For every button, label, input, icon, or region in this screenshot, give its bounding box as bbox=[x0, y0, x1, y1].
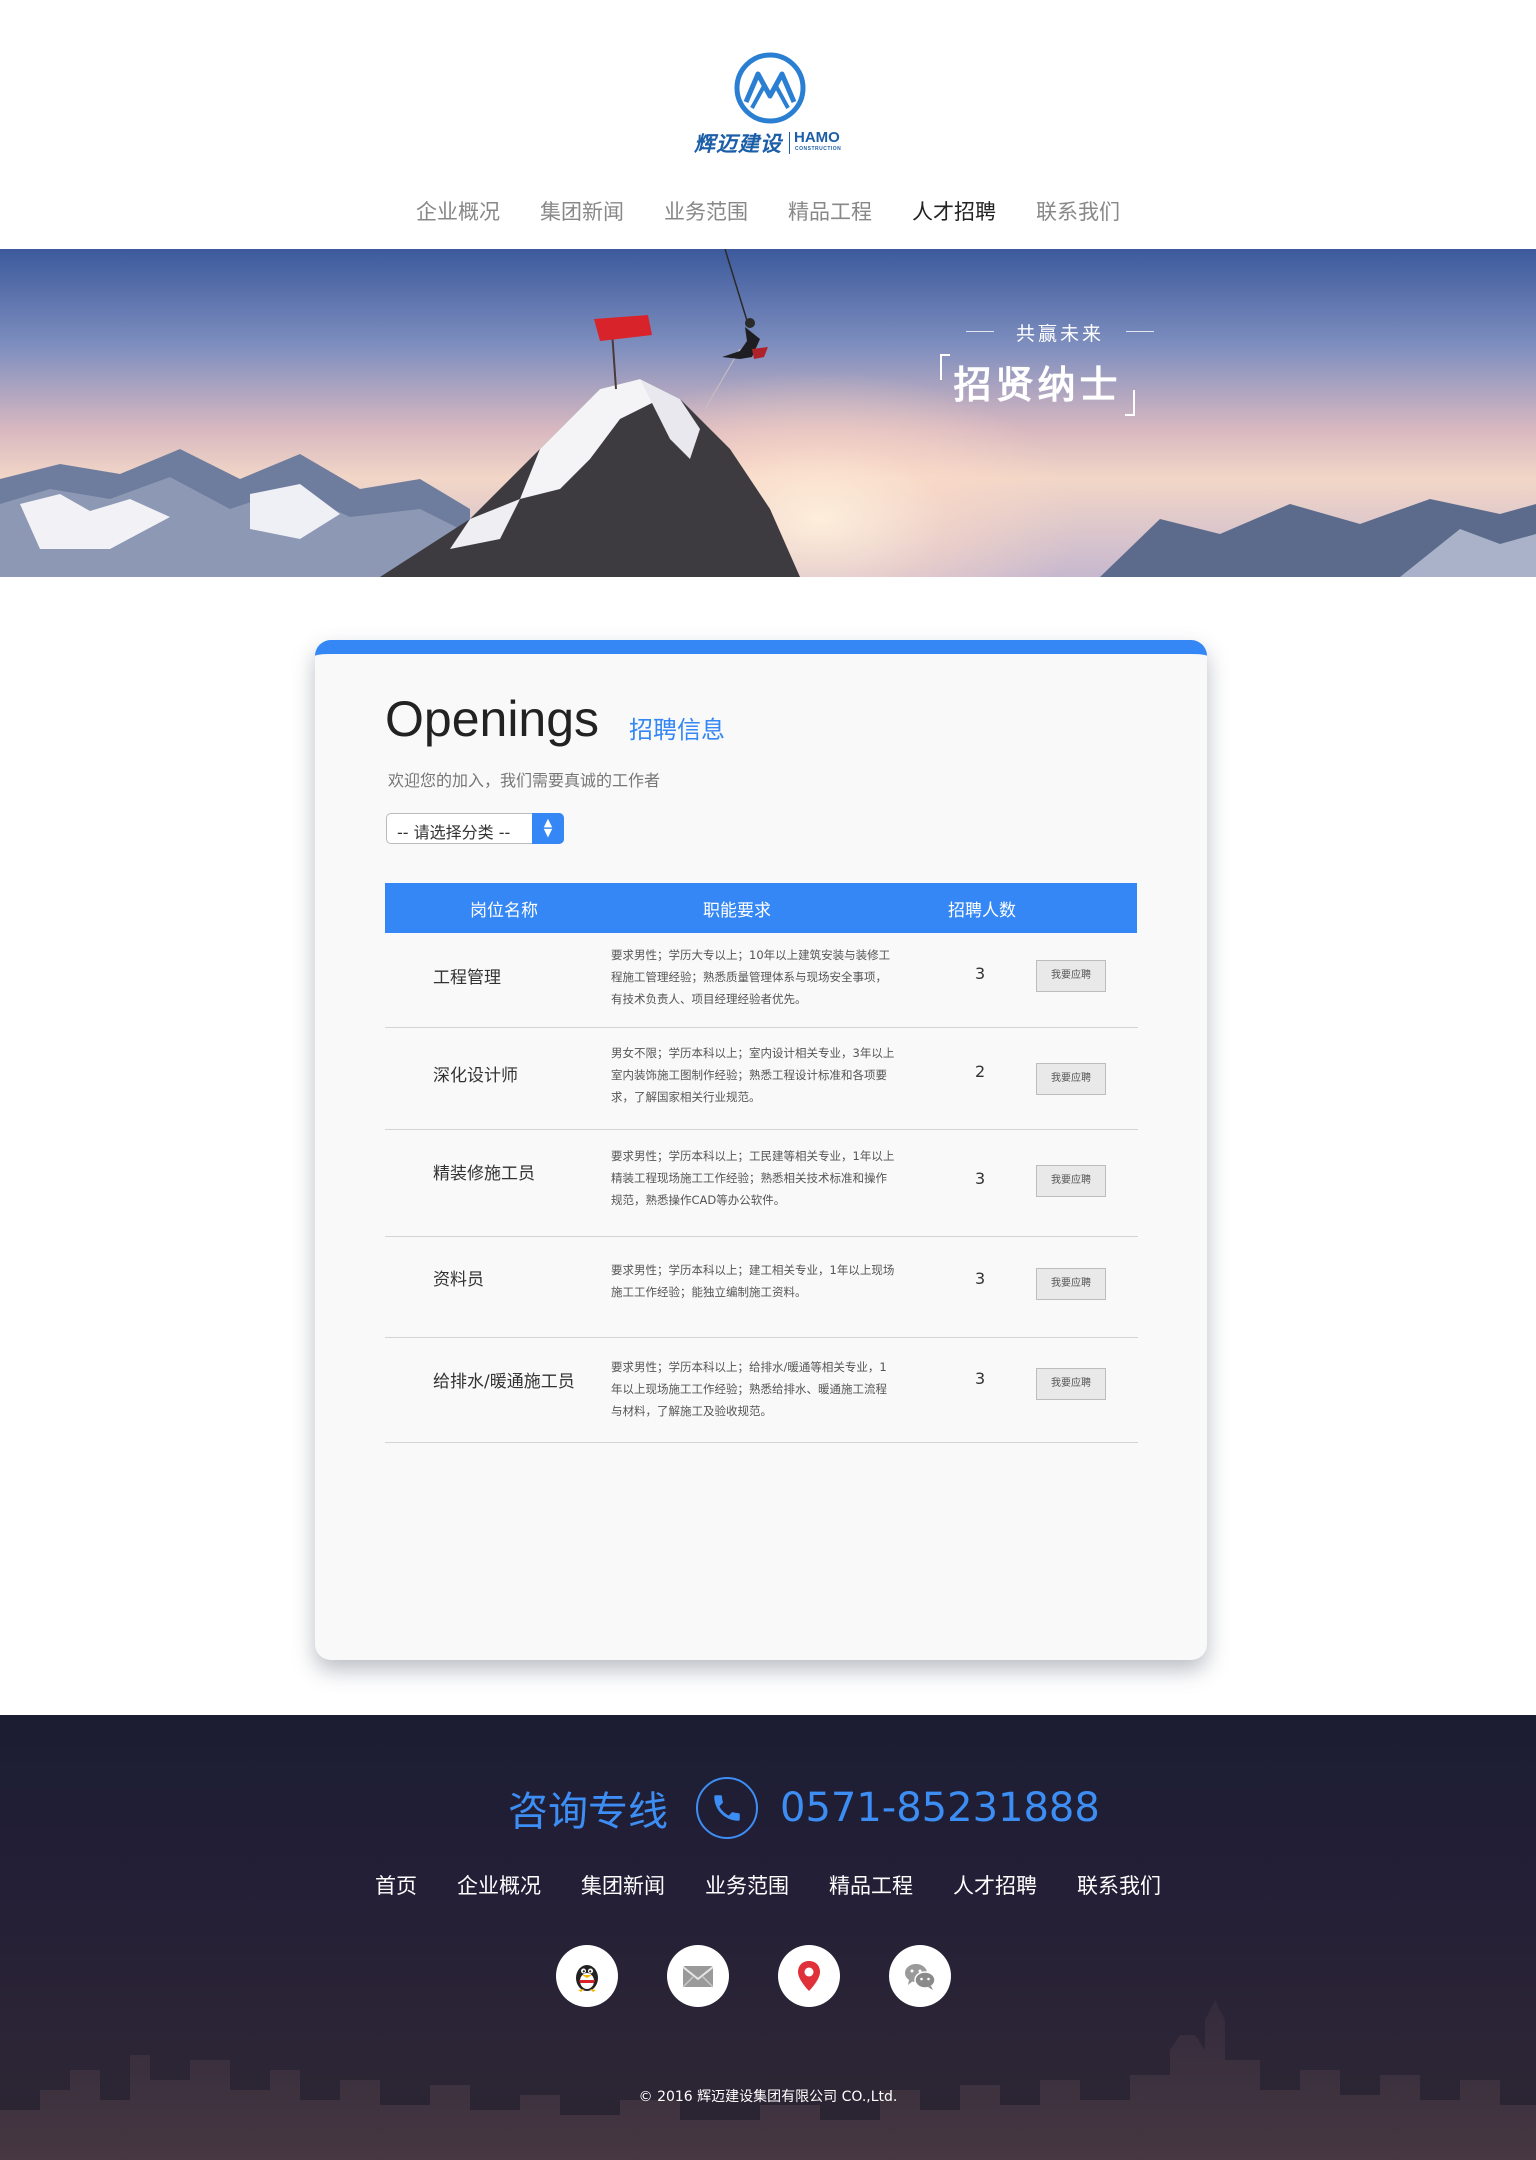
banner-slogan-big: 招贤纳士 bbox=[940, 354, 1135, 416]
banner-bracket-left bbox=[940, 354, 950, 380]
table-row: 给排水/暖通施工员 要求男性；学历本科以上；给排水/暖通等相关专业，1 年以上现… bbox=[385, 1338, 1138, 1443]
logo-en-subtext: CONSTRUCTION bbox=[795, 146, 842, 152]
row-count: 3 bbox=[975, 1269, 986, 1288]
requirements-line: 精装工程现场施工工作经验；熟悉相关技术标准和操作 bbox=[611, 1171, 887, 1185]
requirements-line: 室内装饰施工图制作经验；熟悉工程设计标准和各项要 bbox=[611, 1068, 887, 1082]
nav-item-news[interactable]: 集团新闻 bbox=[540, 196, 624, 226]
qq-icon[interactable] bbox=[556, 1945, 618, 2007]
logo-divider bbox=[789, 132, 790, 154]
table-row: 资料员 要求男性；学历本科以上；建工相关专业，1年以上现场 施工工作经验；能独立… bbox=[385, 1237, 1138, 1338]
nav-item-careers[interactable]: 人才招聘 bbox=[912, 196, 996, 226]
copyright: © 2016 辉迈建设集团有限公司 CO.,Ltd. bbox=[638, 2089, 898, 2105]
column-header-count: 招聘人数 bbox=[948, 901, 1016, 921]
openings-card: Openings 招聘信息 欢迎您的加入，我们需要真诚的工作者 -- 请选择分类… bbox=[315, 640, 1207, 1660]
requirements-line: 与材料，了解施工及验收规范。 bbox=[611, 1404, 772, 1418]
requirements-line: 要求男性；学历本科以上；给排水/暖通等相关专业，1 bbox=[611, 1360, 887, 1374]
banner-bracket-right bbox=[1125, 390, 1135, 416]
row-count: 3 bbox=[975, 1169, 986, 1188]
footer-nav-contact[interactable]: 联系我们 bbox=[1077, 1870, 1161, 1900]
row-position: 资料员 bbox=[433, 1270, 484, 1290]
table-row: 深化设计师 男女不限；学历本科以上；室内设计相关专业，3年以上 室内装饰施工图制… bbox=[385, 1028, 1138, 1130]
banner-slogan-small: 共赢未来 bbox=[960, 319, 1160, 346]
openings-title: Openings bbox=[385, 691, 600, 747]
logo-en-text: HAMO bbox=[794, 129, 840, 146]
table-header: 岗位名称 职能要求 招聘人数 bbox=[385, 883, 1137, 933]
requirements-line: 年以上现场施工工作经验；熟悉给排水、暖通施工流程 bbox=[611, 1382, 887, 1396]
table-row: 精装修施工员 要求男性；学历本科以上；工民建等相关专业，1年以上 精装工程现场施… bbox=[385, 1130, 1138, 1237]
location-icon[interactable] bbox=[778, 1945, 840, 2007]
row-requirements: 男女不限；学历本科以上；室内设计相关专业，3年以上 室内装饰施工图制作经验；熟悉… bbox=[611, 1042, 901, 1108]
footer-nav-projects[interactable]: 精品工程 bbox=[829, 1870, 913, 1900]
requirements-line: 要求男性；学历本科以上；工民建等相关专业，1年以上 bbox=[611, 1149, 895, 1163]
requirements-line: 有技术负责人、项目经理经验者优先。 bbox=[611, 992, 807, 1006]
requirements-line: 男女不限；学历本科以上；室内设计相关专业，3年以上 bbox=[611, 1046, 895, 1060]
apply-button[interactable]: 我要应聘 bbox=[1036, 960, 1106, 992]
hero-banner: 共赢未来 招贤纳士 bbox=[0, 249, 1536, 577]
apply-button[interactable]: 我要应聘 bbox=[1036, 1368, 1106, 1400]
category-select[interactable]: -- 请选择分类 -- ▲ ▼ bbox=[386, 813, 564, 844]
logo-cn-text: 辉迈建设 bbox=[694, 132, 782, 156]
apply-button[interactable]: 我要应聘 bbox=[1036, 1063, 1106, 1095]
footer-nav: 首页 企业概况 集团新闻 业务范围 精品工程 人才招聘 联系我们 bbox=[0, 1870, 1536, 1900]
requirements-line: 程施工管理经验；熟悉质量管理体系与现场安全事项， bbox=[611, 970, 887, 984]
openings-title-cn: 招聘信息 bbox=[629, 716, 725, 744]
column-header-requirements: 职能要求 bbox=[703, 901, 771, 921]
category-select-value: -- 请选择分类 -- bbox=[397, 823, 511, 842]
social-links bbox=[556, 1945, 951, 2007]
row-count: 3 bbox=[975, 964, 986, 983]
site-header: 辉迈建设 HAMO CONSTRUCTION 企业概况 集团新闻 业务范围 精品… bbox=[0, 0, 1536, 249]
row-position: 深化设计师 bbox=[433, 1066, 518, 1086]
mail-icon[interactable] bbox=[667, 1945, 729, 2007]
apply-button[interactable]: 我要应聘 bbox=[1036, 1165, 1106, 1197]
footer-nav-careers[interactable]: 人才招聘 bbox=[953, 1870, 1037, 1900]
main-nav: 企业概况 集团新闻 业务范围 精品工程 人才招聘 联系我们 bbox=[0, 196, 1536, 226]
banner-slogan-big-text: 招贤纳士 bbox=[953, 363, 1122, 407]
row-requirements: 要求男性；学历本科以上；给排水/暖通等相关专业，1 年以上现场施工工作经验；熟悉… bbox=[611, 1356, 901, 1422]
hotline: 咨询专线 0571-85231888 bbox=[508, 1777, 1100, 1839]
openings-subtitle: 欢迎您的加入，我们需要真诚的工作者 bbox=[388, 771, 661, 790]
nav-item-about[interactable]: 企业概况 bbox=[416, 196, 500, 226]
row-position: 精装修施工员 bbox=[433, 1164, 535, 1184]
requirements-line: 要求男性；学历大专以上；10年以上建筑安装与装修工 bbox=[611, 948, 891, 962]
requirements-line: 规范，熟悉操作CAD等办公软件。 bbox=[611, 1193, 786, 1207]
table-row: 工程管理 要求男性；学历大专以上；10年以上建筑安装与装修工 程施工管理经验；熟… bbox=[385, 933, 1138, 1028]
requirements-line: 施工工作经验；能独立编制施工资料。 bbox=[611, 1285, 807, 1299]
footer-nav-business[interactable]: 业务范围 bbox=[705, 1870, 789, 1900]
row-position: 工程管理 bbox=[433, 968, 501, 988]
footer-nav-about[interactable]: 企业概况 bbox=[457, 1870, 541, 1900]
wechat-icon[interactable] bbox=[889, 1945, 951, 2007]
row-requirements: 要求男性；学历本科以上；工民建等相关专业，1年以上 精装工程现场施工工作经验；熟… bbox=[611, 1145, 901, 1211]
column-header-position: 岗位名称 bbox=[470, 901, 538, 921]
row-count: 3 bbox=[975, 1369, 986, 1388]
select-arrows-icon[interactable]: ▲ ▼ bbox=[532, 813, 564, 844]
requirements-line: 要求男性；学历本科以上；建工相关专业，1年以上现场 bbox=[611, 1263, 895, 1277]
site-footer: 咨询专线 0571-85231888 首页 企业概况 集团新闻 业务范围 精品工… bbox=[0, 1715, 1536, 2160]
nav-item-projects[interactable]: 精品工程 bbox=[788, 196, 872, 226]
requirements-line: 求，了解国家相关行业规范。 bbox=[611, 1090, 761, 1104]
row-position: 给排水/暖通施工员 bbox=[433, 1372, 575, 1392]
phone-icon bbox=[696, 1777, 758, 1839]
row-requirements: 要求男性；学历本科以上；建工相关专业，1年以上现场 施工工作经验；能独立编制施工… bbox=[611, 1259, 901, 1303]
hotline-label: 咨询专线 bbox=[508, 1789, 668, 1835]
nav-item-contact[interactable]: 联系我们 bbox=[1036, 196, 1120, 226]
apply-button[interactable]: 我要应聘 bbox=[1036, 1268, 1106, 1300]
footer-nav-news[interactable]: 集团新闻 bbox=[581, 1870, 665, 1900]
footer-nav-home[interactable]: 首页 bbox=[375, 1870, 417, 1900]
row-count: 2 bbox=[975, 1062, 986, 1081]
logo[interactable]: 辉迈建设 HAMO CONSTRUCTION bbox=[694, 50, 844, 160]
hotline-number[interactable]: 0571-85231888 bbox=[780, 1785, 1100, 1831]
logo-mark-icon bbox=[734, 52, 806, 124]
row-requirements: 要求男性；学历大专以上；10年以上建筑安装与装修工 程施工管理经验；熟悉质量管理… bbox=[611, 944, 901, 1010]
nav-item-business[interactable]: 业务范围 bbox=[664, 196, 748, 226]
banner-mountain-illustration bbox=[0, 249, 1536, 577]
